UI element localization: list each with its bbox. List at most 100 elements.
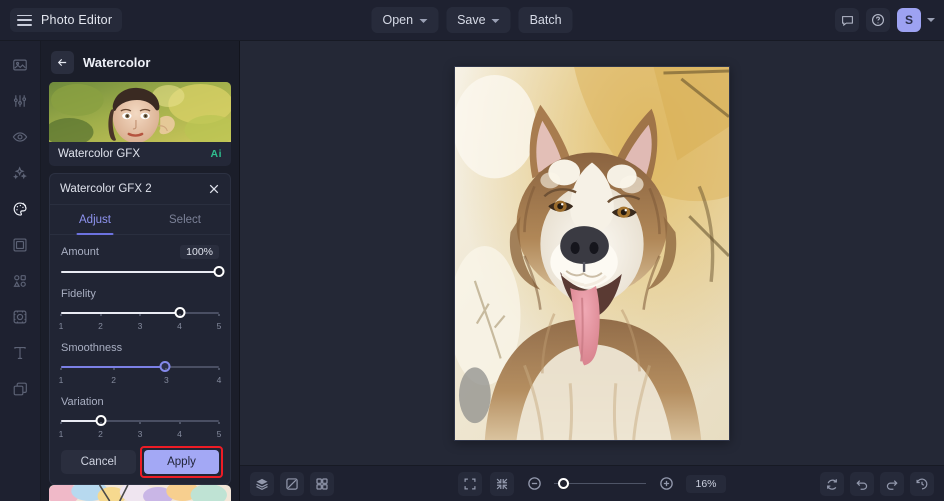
slider-fidelity[interactable] (61, 307, 219, 319)
tick-label: 3 (163, 375, 169, 385)
panel-header: Watercolor (41, 41, 239, 82)
filmstrip-thumbnail (49, 485, 231, 501)
collapse-icon (496, 478, 508, 489)
tab-select[interactable]: Select (140, 205, 230, 234)
zoom-level-value[interactable]: 16% (686, 474, 726, 493)
grid-view-button[interactable] (310, 471, 334, 496)
tick-dot (60, 314, 62, 316)
tick-dot (99, 314, 102, 316)
tick-label: 2 (111, 375, 117, 385)
sidebar-item-artistic[interactable] (6, 195, 34, 223)
control-header: Variation (61, 396, 219, 408)
sidebar-item-layers[interactable] (6, 375, 34, 403)
slider-knob[interactable] (159, 361, 171, 372)
reset-button[interactable] (820, 471, 844, 496)
layers-stack-icon (256, 478, 268, 490)
back-button[interactable] (51, 51, 74, 74)
batch-button[interactable]: Batch (518, 7, 573, 33)
app-title: Photo Editor (41, 13, 113, 27)
tick-dot (218, 422, 220, 424)
bottom-bar: 16% (240, 465, 944, 501)
close-effect-button[interactable] (208, 183, 220, 195)
undo-button[interactable] (850, 471, 874, 496)
watercolor-portrait-preview (49, 82, 231, 142)
fit-screen-button[interactable] (458, 471, 482, 496)
tick-dot (139, 314, 141, 316)
sidebar-item-shapes[interactable] (6, 267, 34, 295)
shapes-icon (13, 275, 26, 287)
layers-panel-button[interactable] (250, 471, 274, 496)
zoom-out-button[interactable] (522, 472, 546, 496)
tick-label: 5 (216, 429, 222, 439)
open-label: Open (382, 13, 414, 27)
sidebar-item-crop-ai[interactable] (6, 303, 34, 331)
main-body: Watercolor Watercolor GFX Ai Watercolor … (0, 41, 944, 501)
history-button[interactable] (910, 471, 934, 496)
slider-knob[interactable] (95, 415, 106, 426)
slider-knob[interactable] (213, 266, 225, 277)
zoom-slider-knob[interactable] (557, 477, 569, 489)
cancel-button[interactable]: Cancel (61, 450, 136, 474)
slider-fill (61, 312, 180, 314)
tick-label: 2 (98, 429, 103, 439)
feedback-button[interactable] (835, 8, 859, 32)
sidebar-item-preview[interactable] (6, 123, 34, 151)
preset-filmstrip[interactable] (49, 485, 231, 501)
top-right-toolbar: S (835, 8, 935, 32)
zoom-slider[interactable] (554, 477, 646, 490)
fit-screen-icon (464, 477, 476, 490)
crop-ai-icon (13, 310, 27, 324)
comment-icon (841, 15, 853, 26)
slider-fill (61, 271, 219, 273)
compare-button[interactable] (280, 471, 304, 496)
control-fidelity: Fidelity 1 2 3 4 5 (59, 288, 222, 332)
slider-variation[interactable] (61, 415, 219, 427)
zoom-out-icon (527, 477, 541, 490)
preset-card[interactable]: Watercolor GFX Ai (49, 82, 231, 166)
sidebar-item-effects[interactable] (6, 159, 34, 187)
control-variation: Variation 1 2 3 4 5 (59, 396, 222, 440)
image-canvas[interactable] (454, 65, 730, 441)
watercolor-dog-image (455, 66, 729, 440)
zoom-in-button[interactable] (654, 472, 678, 496)
sidebar-item-image[interactable] (6, 51, 34, 79)
zoom-in-icon (659, 477, 673, 490)
undo-icon (856, 479, 868, 490)
layers-icon (13, 382, 27, 396)
slider-amount[interactable] (61, 266, 225, 278)
tab-adjust[interactable]: Adjust (50, 205, 140, 234)
effect-title: Watercolor GFX 2 (60, 183, 152, 195)
slider-knob[interactable] (174, 307, 185, 318)
redo-button[interactable] (880, 471, 904, 496)
compare-icon (286, 477, 298, 490)
account-chevron-down-icon[interactable] (927, 18, 935, 22)
effect-panel: Watercolor Watercolor GFX Ai Watercolor … (41, 41, 240, 501)
save-button[interactable]: Save (446, 7, 511, 33)
open-button[interactable]: Open (371, 7, 439, 33)
collapse-view-button[interactable] (490, 471, 514, 496)
top-center-toolbar: Open Save Batch (371, 7, 573, 33)
canvas-area: 16% (240, 41, 944, 501)
sidebar-item-frame[interactable] (6, 231, 34, 259)
sidebar-item-adjustments[interactable] (6, 87, 34, 115)
sidebar-item-text[interactable] (6, 339, 34, 367)
top-bar: Photo Editor Open Save Batch S (0, 0, 944, 41)
help-button[interactable] (866, 8, 890, 32)
sparkles-icon (13, 166, 27, 180)
apply-button[interactable]: Apply (144, 450, 219, 474)
canvas-stage[interactable] (240, 41, 944, 465)
slider-ticks: 1 2 3 4 (59, 368, 221, 386)
tick-dot (112, 368, 115, 370)
control-label: Fidelity (61, 288, 96, 300)
control-value: 100% (180, 245, 219, 259)
tick-dot (218, 368, 220, 370)
slider-smoothness[interactable] (61, 361, 219, 373)
palette-icon (13, 202, 27, 216)
grid-icon (316, 477, 328, 490)
effect-controls: Amount 100% Fidelity 1 2 3 4 5 Smoothness 1 2 3 4 Var… (50, 235, 230, 442)
app-menu-button[interactable]: Photo Editor (10, 8, 123, 32)
tick-dot (60, 422, 62, 424)
avatar[interactable]: S (897, 8, 921, 32)
save-label: Save (457, 13, 486, 27)
history-controls (820, 471, 934, 496)
